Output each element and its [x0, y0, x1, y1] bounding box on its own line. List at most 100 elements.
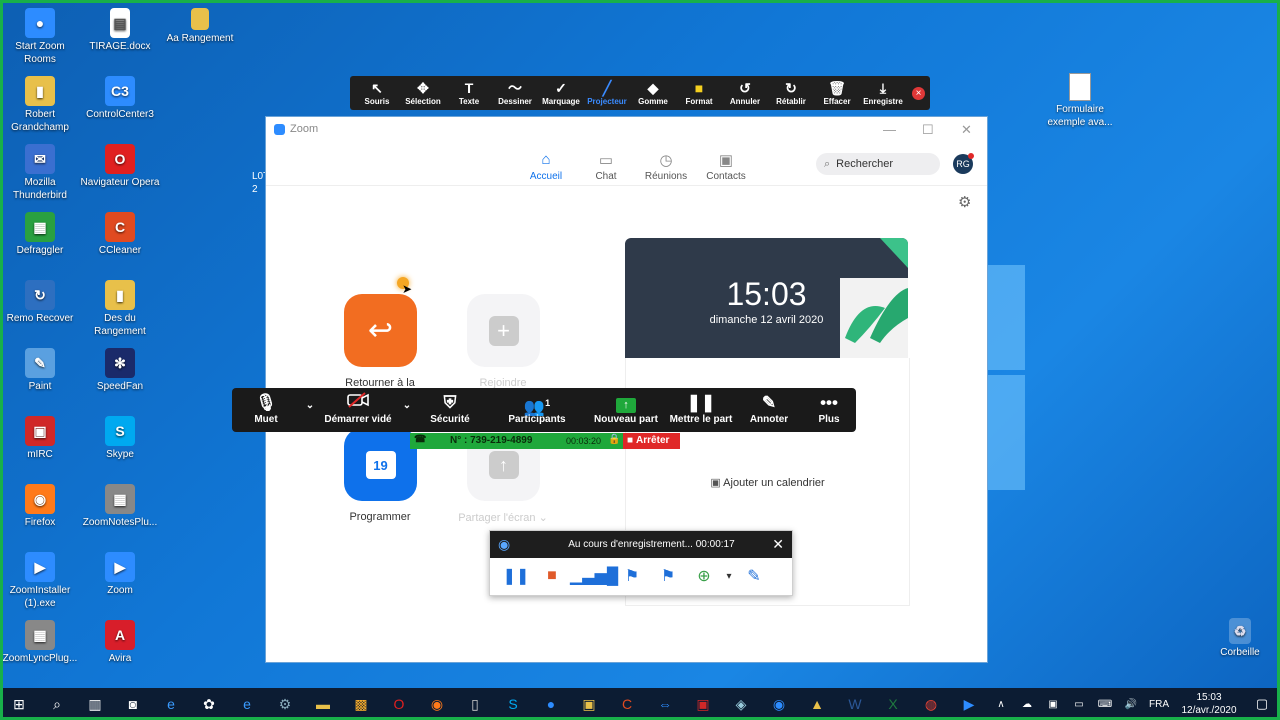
desktop-icon[interactable]: ✎ Paint: [0, 348, 80, 393]
desktop-icon-aa-rangement[interactable]: Aa Rangement: [160, 8, 240, 45]
tool-annuler[interactable]: ↺ Annuler: [722, 80, 768, 106]
desktop-icon[interactable]: C CCleaner: [80, 212, 160, 257]
start-button[interactable]: ⊞: [0, 688, 38, 720]
close-window-icon[interactable]: ✕: [961, 122, 972, 138]
desktop-icon[interactable]: ▦ ZoomNotesPlu...: [80, 484, 160, 529]
stop-recording-icon[interactable]: ■: [534, 567, 570, 585]
ie-icon[interactable]: e: [228, 688, 266, 720]
settings-taskbar-icon[interactable]: ⚙: [266, 688, 304, 720]
notifications-icon[interactable]: ▢: [1244, 696, 1280, 712]
schedule-button[interactable]: 19: [344, 428, 417, 501]
vlc-icon[interactable]: ▲: [798, 688, 836, 720]
audio-level-icon[interactable]: ▁▃▅█: [570, 566, 618, 586]
desktop-icon[interactable]: ◉ Firefox: [0, 484, 80, 529]
tool-marquage[interactable]: ✓ Marquage: [538, 80, 584, 106]
security-button[interactable]: ⛨ Sécurité: [426, 392, 474, 425]
desktop-icon[interactable]: ✻ SpeedFan: [80, 348, 160, 393]
tray-keyboard-icon[interactable]: ⌨: [1092, 699, 1118, 710]
mic-toggle-icon[interactable]: ⚑: [650, 566, 686, 586]
cursor-options-chevron[interactable]: ▾: [722, 571, 736, 582]
desktop-icon-corbeille[interactable]: ♻ Corbeille: [1200, 618, 1280, 659]
start-video-button[interactable]: Démarrer vidé: [320, 392, 396, 425]
word-icon[interactable]: W: [836, 688, 874, 720]
desktop-icon[interactable]: A Avira: [80, 620, 160, 665]
ccleaner-taskbar-icon[interactable]: C: [608, 688, 646, 720]
tray-chevron-icon[interactable]: ∧: [988, 699, 1014, 710]
desktop-icon[interactable]: ▮ Robert Grandchamp: [0, 76, 80, 134]
draw-pen-icon[interactable]: ✎: [736, 566, 772, 586]
gear-icon[interactable]: ⚙: [958, 193, 971, 211]
zoom-rooms-taskbar-icon[interactable]: ●: [532, 688, 570, 720]
minimize-icon[interactable]: —: [883, 122, 896, 137]
edge-icon[interactable]: e: [152, 688, 190, 720]
skype-taskbar-icon[interactable]: S: [494, 688, 532, 720]
stop-share-button[interactable]: ■ Arrêter: [623, 433, 680, 449]
tab-contacts[interactable]: ▣ Contacts: [696, 151, 756, 182]
language-indicator[interactable]: FRA: [1144, 699, 1174, 710]
desktop-icon[interactable]: ▶ Zoom: [80, 552, 160, 597]
desktop-icon[interactable]: ▣ mIRC: [0, 416, 80, 461]
tool-taskbar-icon[interactable]: ◈: [722, 688, 760, 720]
tool-projecteur[interactable]: ╱ Projecteur: [584, 80, 630, 106]
color-app-icon[interactable]: ▩: [342, 688, 380, 720]
excel-icon[interactable]: X: [874, 688, 912, 720]
tray-zoom-icon[interactable]: ▣: [1040, 699, 1066, 710]
more-button[interactable]: ••• Plus: [810, 392, 848, 425]
tool-effacer[interactable]: 🗑 Effacer: [814, 80, 860, 106]
maximize-icon[interactable]: ☐: [922, 122, 934, 138]
zoom-cursor-icon[interactable]: ⊕: [686, 566, 722, 586]
tool-selection[interactable]: ✥ Sélection: [400, 80, 446, 106]
desktop-icon[interactable]: ▶ ZoomInstaller (1).exe: [0, 552, 80, 610]
tab-chat[interactable]: ▭ Chat: [576, 151, 636, 182]
chrome-icon[interactable]: ◍: [912, 688, 950, 720]
file-explorer-icon[interactable]: ▬: [304, 688, 342, 720]
desktop-icon[interactable]: O Navigateur Opera: [80, 144, 160, 189]
return-meeting-button[interactable]: ↩: [344, 294, 417, 367]
tool-dessiner[interactable]: 〜 Dessiner: [492, 80, 538, 106]
mute-button[interactable]: 🎙 Muet: [246, 392, 286, 425]
desktop-icon[interactable]: ▦ ZoomLyncPlug...: [0, 620, 80, 665]
tool-retablir[interactable]: ↻ Rétablir: [768, 80, 814, 106]
tray-volume-icon[interactable]: 🔊: [1118, 699, 1144, 710]
zoom-meeting-taskbar-icon[interactable]: ▶: [950, 688, 988, 720]
join-button[interactable]: +: [467, 294, 540, 367]
pause-recording-icon[interactable]: ❚❚: [498, 566, 534, 586]
paint-taskbar-icon[interactable]: ✿: [190, 688, 228, 720]
task-view-icon[interactable]: ▥: [76, 688, 114, 720]
close-annotation-icon[interactable]: ×: [912, 86, 925, 100]
desktop-icon[interactable]: ✉ Mozilla Thunderbird: [0, 144, 80, 202]
desktop-icon-formulaire[interactable]: Formulaire exemple ava...: [1040, 73, 1120, 129]
desktop-icon[interactable]: ↻ Remo Recover: [0, 280, 80, 325]
close-recording-icon[interactable]: ✕: [772, 536, 784, 553]
pause-share-button[interactable]: ❚❚ Mettre le part: [668, 392, 734, 425]
tool-enregistre[interactable]: ⤓ Enregistre: [860, 80, 906, 106]
tab-accueil[interactable]: ⌂ Accueil: [516, 151, 576, 182]
video-options-chevron[interactable]: ⌄: [399, 400, 415, 411]
tray-network-icon[interactable]: ▭: [1066, 699, 1092, 710]
teamviewer-icon[interactable]: ⇔: [646, 688, 684, 720]
usb-icon[interactable]: ▯: [456, 688, 494, 720]
audio-options-chevron[interactable]: ⌄: [302, 400, 318, 411]
webcam-toggle-icon[interactable]: ⚑: [614, 566, 650, 586]
desktop-icon[interactable]: C3 ControlCenter3: [80, 76, 160, 121]
participants-button[interactable]: 👥1 Participants: [504, 392, 570, 425]
tool-texte[interactable]: T Texte: [446, 80, 492, 106]
desktop-icon[interactable]: ▦ Defraggler: [0, 212, 80, 257]
desktop-icon[interactable]: ▮ Des du Rangement: [80, 280, 160, 338]
firefox-taskbar-icon[interactable]: ◉: [418, 688, 456, 720]
opera-taskbar-icon[interactable]: O: [380, 688, 418, 720]
camera-app-icon[interactable]: ◙: [114, 688, 152, 720]
desktop-icon[interactable]: S Skype: [80, 416, 160, 461]
annotate-button[interactable]: ✎ Annoter: [746, 392, 792, 425]
clock[interactable]: 15:03 12/avr./2020: [1174, 691, 1244, 717]
tool-gomme[interactable]: ◆ Gomme: [630, 80, 676, 106]
tray-cloud-icon[interactable]: ☁: [1014, 699, 1040, 710]
tool-souris[interactable]: ↖ Souris: [354, 80, 400, 106]
desktop-icon[interactable]: ● Start Zoom Rooms: [0, 8, 80, 66]
notes-taskbar-icon[interactable]: ▣: [570, 688, 608, 720]
add-calendar-link[interactable]: ▣ Ajouter un calendrier: [626, 476, 909, 489]
tab-réunions[interactable]: ◷ Réunions: [636, 151, 696, 182]
avatar[interactable]: RG: [953, 153, 974, 174]
desktop-icon[interactable]: ▤ TIRAGE.docx: [80, 8, 160, 53]
new-share-button[interactable]: ↑ Nouveau part: [594, 392, 658, 425]
